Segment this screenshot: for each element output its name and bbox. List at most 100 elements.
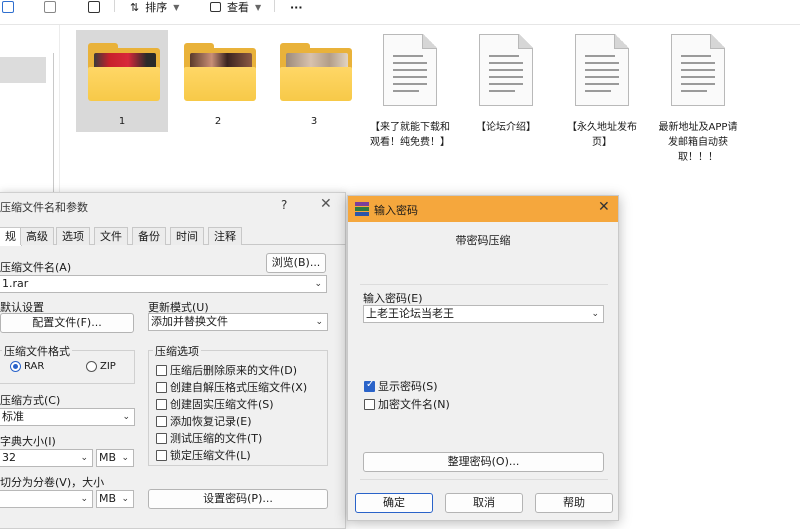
view-button[interactable]: 查看 ▼: [210, 0, 261, 14]
option-recovery-record[interactable]: 添加恢复记录(E): [156, 413, 252, 429]
checkbox-icon: [156, 415, 167, 427]
show-password-label: 显示密码(S): [378, 380, 438, 393]
tab-options[interactable]: 选项: [56, 227, 90, 245]
dictionary-size-label: 字典大小(I): [0, 435, 56, 448]
rename-button[interactable]: [2, 0, 14, 14]
tab-advanced[interactable]: 高级: [20, 227, 54, 245]
split-unit-value: MB: [99, 492, 117, 505]
format-rar-label: RAR: [24, 361, 45, 372]
chevron-down-icon: ▼: [255, 2, 262, 12]
password-input[interactable]: 上老王论坛当老王 ⌄: [363, 305, 604, 323]
dialog-titlebar[interactable]: 输入密码 ✕: [348, 196, 618, 222]
checkbox-icon: [156, 432, 167, 444]
file-name: 3: [310, 116, 318, 127]
encrypt-file-names-label: 加密文件名(N): [378, 398, 450, 411]
dialog-title: 压缩文件名和参数: [0, 201, 88, 214]
split-size-input[interactable]: ⌄: [0, 490, 93, 508]
view-icon: [210, 2, 221, 12]
show-password-checkbox[interactable]: 显示密码(S): [364, 378, 438, 394]
archive-options-dialog: 压缩文件名和参数 ? ✕ 规 高级 选项 文件 备份 时间 注释 压缩文件名(A…: [0, 192, 346, 529]
file-name: 【论坛介绍】: [476, 122, 536, 133]
rename-icon: [2, 1, 14, 13]
folder-item-1[interactable]: 1: [76, 30, 168, 132]
chevron-down-icon: ⌄: [80, 453, 88, 463]
help-button[interactable]: 帮助: [535, 493, 613, 513]
file-name: 最新地址及APP请发邮箱自动获取！！！: [658, 122, 738, 163]
close-button[interactable]: ✕: [320, 196, 332, 212]
option-sfx[interactable]: 创建自解压格式压缩文件(X): [156, 379, 307, 395]
option-delete-after[interactable]: 压缩后删除原来的文件(D): [156, 362, 297, 378]
file-name: 【来了就能下载和观看！纯免费！】: [370, 122, 450, 148]
document-item[interactable]: 【来了就能下载和观看！纯免费！】: [370, 34, 450, 150]
file-name: 【永久地址发布页】: [567, 122, 637, 148]
ok-button[interactable]: 确定: [355, 493, 433, 513]
document-item[interactable]: 最新地址及APP请发邮箱自动获取！！！: [658, 34, 738, 165]
option-lock-archive[interactable]: 锁定压缩文件(L): [156, 447, 251, 463]
view-label: 查看: [227, 1, 249, 14]
dictionary-unit-select[interactable]: MB ⌄: [96, 449, 134, 467]
checkbox-icon: [156, 381, 167, 393]
set-password-button[interactable]: 设置密码(P)...: [148, 489, 328, 509]
encrypt-file-names-checkbox[interactable]: 加密文件名(N): [364, 396, 450, 412]
document-item[interactable]: 【永久地址发布页】: [562, 34, 642, 150]
chevron-down-icon[interactable]: ⌄: [591, 306, 599, 322]
nav-item-selected[interactable]: [0, 57, 46, 83]
file-name: 2: [214, 116, 222, 127]
format-group-title: 压缩文件格式: [2, 343, 72, 359]
share-button[interactable]: [44, 0, 56, 14]
chevron-down-icon: ⌄: [315, 317, 323, 327]
help-icon[interactable]: ?: [281, 198, 287, 212]
folder-icon: [88, 43, 160, 101]
update-mode-value: 添加并替换文件: [151, 315, 228, 328]
chevron-down-icon: ⌄: [122, 412, 130, 422]
option-label: 创建固实压缩文件(S): [170, 398, 274, 411]
chevron-down-icon: ⌄: [121, 453, 129, 463]
tab-files[interactable]: 文件: [94, 227, 128, 245]
option-label: 锁定压缩文件(L): [170, 449, 251, 462]
password-value: 上老王论坛当老王: [366, 307, 454, 320]
cancel-button[interactable]: 取消: [445, 493, 523, 513]
document-item[interactable]: 【论坛介绍】: [466, 34, 546, 135]
format-zip-radio[interactable]: ZIP: [86, 361, 116, 372]
archive-name-field[interactable]: 1.rar ⌄: [0, 275, 327, 293]
close-button[interactable]: ✕: [598, 199, 610, 215]
method-select[interactable]: 标准 ⌄: [0, 408, 135, 426]
checkbox-icon: [156, 398, 167, 410]
tab-general[interactable]: 规: [0, 227, 22, 246]
option-label: 压缩后删除原来的文件(D): [170, 364, 298, 377]
split-unit-select[interactable]: MB ⌄: [96, 490, 134, 508]
profiles-button[interactable]: 配置文件(F)...: [0, 313, 134, 333]
option-label: 创建自解压格式压缩文件(X): [170, 381, 308, 394]
tab-backup[interactable]: 备份: [132, 227, 166, 245]
tab-strip: 规 高级 选项 文件 备份 时间 注释: [0, 227, 346, 246]
format-rar-radio[interactable]: RAR: [10, 361, 44, 372]
radio-icon: [86, 361, 97, 372]
browse-button[interactable]: 浏览(B)...: [266, 253, 326, 273]
folder-item-2[interactable]: 2: [172, 30, 264, 132]
archive-name-value: 1.rar: [2, 277, 29, 290]
dictionary-size-select[interactable]: 32 ⌄: [0, 449, 93, 467]
tab-comment[interactable]: 注释: [208, 227, 242, 245]
file-name: 1: [118, 116, 126, 127]
password-dialog: 输入密码 ✕ 带密码压缩 输入密码(E) 上老王论坛当老王 ⌄ 显示密码(S) …: [347, 195, 619, 521]
options-group-title: 压缩选项: [153, 343, 201, 359]
toolbar-divider: [0, 24, 800, 25]
option-solid[interactable]: 创建固实压缩文件(S): [156, 396, 274, 412]
organize-passwords-button[interactable]: 整理密码(O)...: [363, 452, 604, 472]
chevron-down-icon: ⌄: [80, 494, 88, 504]
option-test-files[interactable]: 测试压缩的文件(T): [156, 430, 262, 446]
more-button[interactable]: ···: [290, 0, 303, 14]
method-value: 标准: [2, 410, 24, 423]
radio-selected-icon: [10, 361, 21, 372]
method-label: 压缩方式(C): [0, 394, 61, 407]
archive-name-label: 压缩文件名(A): [0, 261, 72, 274]
chevron-down-icon: ▼: [173, 2, 180, 12]
tab-time[interactable]: 时间: [170, 227, 204, 245]
update-mode-select[interactable]: 添加并替换文件 ⌄: [148, 313, 328, 331]
delete-button[interactable]: [88, 0, 100, 14]
checkbox-icon: [364, 398, 375, 410]
explorer-toolbar: ⇅ 排序 ▼ 查看 ▼ ···: [0, 0, 800, 26]
sort-button[interactable]: ⇅ 排序 ▼: [130, 0, 180, 15]
folder-item-3[interactable]: 3: [268, 30, 360, 132]
chevron-down-icon[interactable]: ⌄: [314, 276, 322, 292]
